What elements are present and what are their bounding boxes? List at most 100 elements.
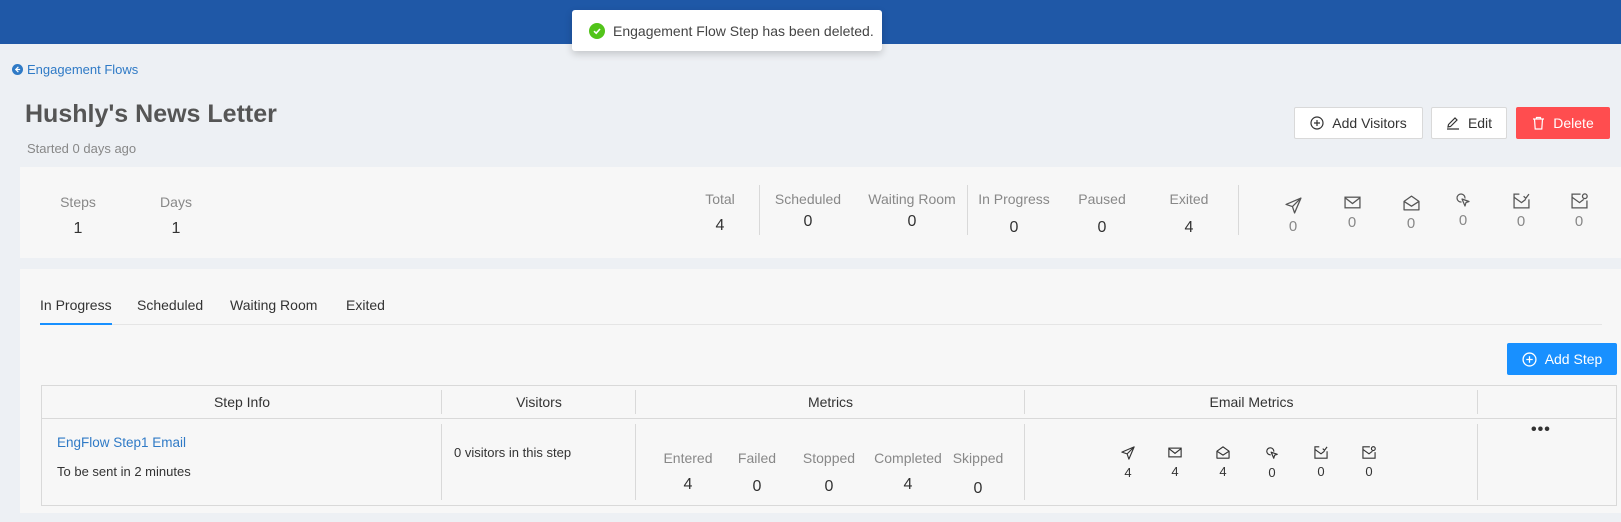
email-metric-value: 0 xyxy=(1365,464,1373,479)
mail-reply-icon xyxy=(1512,193,1530,209)
stat-value: 0 xyxy=(1574,213,1584,230)
stat-email-bounced: 0 xyxy=(1559,193,1599,230)
stat-value: 0 xyxy=(1458,212,1468,229)
stat-value: 1 xyxy=(171,220,181,237)
cursor-click-icon xyxy=(1456,193,1470,207)
stat-value: 0 xyxy=(803,213,813,230)
stat-value: 0 xyxy=(1347,214,1357,231)
stat-value: 4 xyxy=(1184,219,1194,236)
tab-waiting-room[interactable]: Waiting Room xyxy=(230,297,317,313)
arrow-left-icon xyxy=(12,64,23,75)
stat-paused: Paused 0 xyxy=(1077,191,1127,237)
step-name-link[interactable]: EngFlow Step1 Email xyxy=(57,435,186,450)
email-metric-opened: 4 xyxy=(1208,446,1238,479)
tab-scheduled[interactable]: Scheduled xyxy=(137,297,203,313)
tab-in-progress[interactable]: In Progress xyxy=(40,297,112,325)
header-visitors: Visitors xyxy=(516,394,562,410)
edit-label: Edit xyxy=(1467,115,1493,131)
tab-exited[interactable]: Exited xyxy=(346,297,385,313)
divider xyxy=(635,424,636,500)
summary-stats-card: Steps 1 Days 1 Total 4 Scheduled 0 Waiti… xyxy=(20,167,1621,258)
metric-label: Skipped xyxy=(952,450,1004,466)
metric-value: 0 xyxy=(973,480,983,497)
stat-label: Total xyxy=(705,191,735,207)
stat-label: Paused xyxy=(1078,191,1126,207)
metric-label: Entered xyxy=(663,450,713,466)
page-title: Hushly's News Letter xyxy=(25,100,277,128)
stat-value: 0 xyxy=(1516,213,1526,230)
stat-exited: Exited 4 xyxy=(1166,191,1212,237)
email-metric-bounced: 0 xyxy=(1354,446,1384,479)
stat-days: Days 1 xyxy=(156,194,196,238)
stat-email-replied: 0 xyxy=(1501,193,1541,230)
mail-alert-icon xyxy=(1362,446,1376,459)
divider xyxy=(1477,424,1478,500)
back-link[interactable]: Engagement Flows xyxy=(12,62,138,77)
edit-icon xyxy=(1446,117,1459,130)
check-circle-icon xyxy=(589,22,605,39)
step-visitors: 0 visitors in this step xyxy=(454,445,572,460)
divider xyxy=(759,185,760,235)
toast-message: Engagement Flow Step has been deleted. xyxy=(613,22,874,39)
divider xyxy=(441,424,442,500)
metric-completed: Completed 4 xyxy=(873,450,943,494)
metric-value: 4 xyxy=(903,476,913,493)
metric-skipped: Skipped 0 xyxy=(943,450,1013,498)
stat-value: 0 xyxy=(1406,215,1416,232)
stat-steps: Steps 1 xyxy=(58,194,98,238)
stat-email-clicked: 0 xyxy=(1443,192,1483,229)
metric-label: Completed xyxy=(874,450,942,466)
divider xyxy=(1477,390,1478,414)
stat-value: 0 xyxy=(1288,218,1298,235)
stat-email-delivered: 0 xyxy=(1332,195,1372,231)
email-metric-delivered: 4 xyxy=(1160,446,1190,479)
plus-circle-icon xyxy=(1522,351,1537,367)
divider xyxy=(1024,424,1025,500)
email-metric-value: 0 xyxy=(1268,465,1276,480)
email-metric-value: 4 xyxy=(1124,465,1132,480)
steps-table: Step Info Visitors Metrics Email Metrics… xyxy=(41,385,1617,506)
delete-button[interactable]: Delete xyxy=(1516,107,1610,139)
metric-value: 0 xyxy=(824,478,834,495)
step-schedule-note: To be sent in 2 minutes xyxy=(57,464,191,479)
stat-label: In Progress xyxy=(978,191,1050,207)
divider xyxy=(635,390,636,414)
stat-total: Total 4 xyxy=(695,191,745,235)
cursor-click-icon xyxy=(1266,447,1278,459)
divider xyxy=(1238,185,1239,235)
stat-scheduled: Scheduled 0 xyxy=(771,191,845,231)
trash-icon xyxy=(1533,116,1545,130)
edit-button[interactable]: Edit xyxy=(1431,107,1507,139)
metric-value: 4 xyxy=(683,476,693,493)
divider xyxy=(1024,390,1025,414)
email-metric-value: 4 xyxy=(1171,464,1179,479)
stat-label: Waiting Room xyxy=(868,191,956,207)
email-metric-clicked: 0 xyxy=(1257,446,1287,480)
back-link-label: Engagement Flows xyxy=(27,62,139,77)
stat-value: 0 xyxy=(907,213,917,230)
add-step-button[interactable]: Add Step xyxy=(1507,343,1617,375)
stat-email-sent: 0 xyxy=(1273,197,1313,235)
send-icon xyxy=(1284,197,1302,214)
table-header: Step Info Visitors Metrics Email Metrics xyxy=(42,386,1616,419)
add-visitors-label: Add Visitors xyxy=(1332,115,1407,131)
email-metric-replied: 0 xyxy=(1306,446,1336,479)
stat-value: 0 xyxy=(1009,219,1019,236)
more-actions-icon[interactable]: ••• xyxy=(1531,421,1551,439)
mail-icon xyxy=(1168,447,1182,458)
stat-label: Exited xyxy=(1169,191,1209,207)
tab-bar: In Progress Scheduled Waiting Room Exite… xyxy=(40,297,1602,325)
page-subtitle: Started 0 days ago xyxy=(27,141,137,156)
toast-notification: Engagement Flow Step has been deleted. xyxy=(572,10,882,51)
stat-email-opened: 0 xyxy=(1391,195,1431,232)
add-step-label: Add Step xyxy=(1544,351,1603,367)
metric-entered: Entered 4 xyxy=(653,450,723,494)
mail-open-icon xyxy=(1216,446,1230,459)
steps-card: In Progress Scheduled Waiting Room Exite… xyxy=(20,269,1621,513)
add-visitors-button[interactable]: Add Visitors xyxy=(1294,107,1423,139)
email-metric-value: 4 xyxy=(1219,464,1227,479)
send-icon xyxy=(1121,446,1135,460)
stat-label: Scheduled xyxy=(774,191,842,207)
stat-value: 1 xyxy=(73,220,83,237)
email-metric-sent: 4 xyxy=(1113,446,1143,480)
